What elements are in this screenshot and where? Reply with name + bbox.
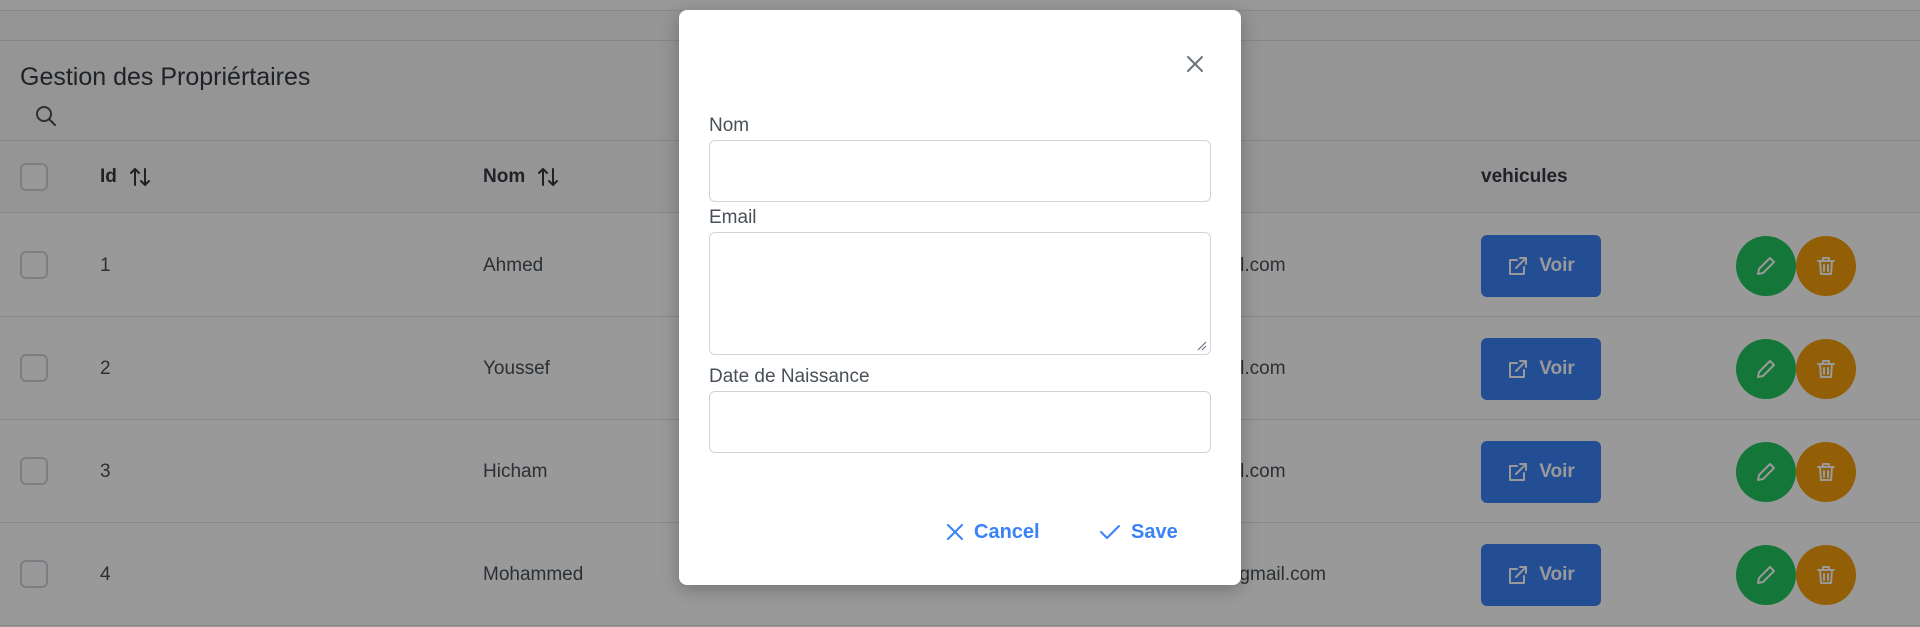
email-label: Email (709, 207, 757, 228)
cancel-button[interactable]: Cancel (946, 510, 1040, 554)
email-textarea[interactable] (709, 232, 1211, 355)
close-button[interactable] (1177, 46, 1213, 82)
owner-dialog: Nom Email Date de Naissance Cancel Save (679, 10, 1241, 585)
nom-label: Nom (709, 115, 750, 136)
close-icon (1187, 56, 1203, 72)
resize-handle-icon[interactable] (1197, 341, 1207, 351)
nom-input[interactable] (709, 140, 1211, 202)
check-icon (1100, 525, 1120, 539)
cancel-label: Cancel (974, 520, 1040, 543)
save-label: Save (1131, 520, 1178, 543)
date-label: Date de Naissance (709, 366, 870, 387)
date-input[interactable] (709, 391, 1211, 453)
x-icon (947, 524, 963, 540)
save-button[interactable]: Save (1099, 510, 1178, 554)
